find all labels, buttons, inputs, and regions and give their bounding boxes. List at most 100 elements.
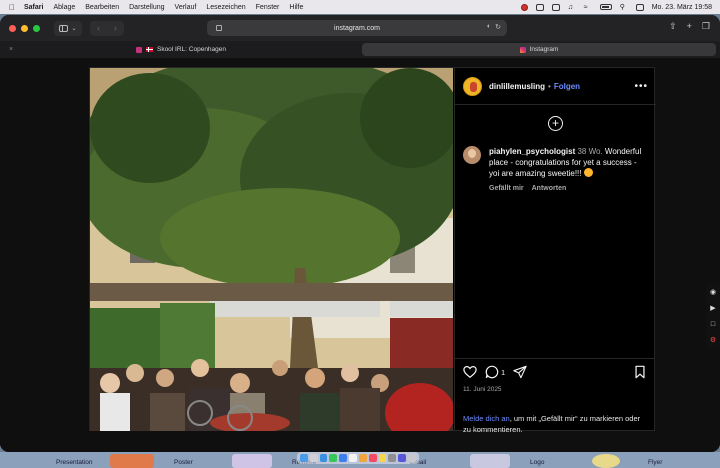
post-side-panel: dinlillemusling • Folgen ••• + piahylen_… [454, 68, 656, 434]
tab-skool-label: Skool IRL: Copenhagen [156, 46, 227, 53]
close-window-button[interactable] [9, 24, 16, 32]
comment-time[interactable]: 38 Wo. [577, 147, 602, 156]
camera-icon[interactable]: ◉ [710, 288, 716, 296]
minimize-window-button[interactable] [21, 24, 28, 32]
menubar-clock[interactable]: Mo. 23. März 19:58 [652, 4, 712, 11]
owner-avatar[interactable] [463, 76, 482, 96]
close-tab-icon[interactable]: × [9, 46, 13, 53]
tab-bar: × Skool IRL: Copenhagen Instagram [0, 41, 720, 58]
battery-icon[interactable] [599, 4, 612, 10]
header-separator: • [548, 81, 551, 91]
more-options-icon[interactable]: ••• [634, 81, 648, 92]
address-text: instagram.com [334, 24, 380, 32]
app-dock-icon[interactable] [398, 454, 407, 462]
page-menu-icon[interactable] [216, 25, 222, 31]
privacy-icon[interactable]: ◐ [487, 23, 491, 31]
comment-like-button[interactable]: Gefällt mir [489, 183, 524, 194]
add-story-row: + [455, 105, 656, 141]
menu-app-name[interactable]: Safari [24, 4, 43, 11]
menu-verlauf[interactable]: Verlauf [175, 4, 197, 11]
music-icon[interactable]: ♫ [568, 4, 576, 11]
dock-label-poster[interactable]: Poster [174, 459, 193, 466]
comment-count: 1 [501, 367, 506, 377]
wifi-icon[interactable]: ≈ [584, 4, 592, 11]
safari-dock-icon[interactable] [319, 454, 328, 462]
reload-icon[interactable]: ↻ [495, 23, 501, 31]
street-cafe-photo [90, 68, 453, 431]
dock-label-presentation[interactable]: Presentation [56, 459, 93, 466]
address-bar[interactable]: instagram.com ◐ ↻ [207, 20, 507, 36]
sidebar-toggle-button[interactable]: ⌄ [54, 20, 82, 36]
floating-side-toolbar: ◉ ▶ □ ⚙ [706, 284, 720, 348]
safari-window: ⌄ ‹ › instagram.com ◐ ↻ ⇧ + ❐ × Skool IR… [0, 15, 720, 452]
comment-item: piahylen_psychologist 38 Wo. Wonderful p… [455, 141, 656, 194]
mail-dock-icon[interactable] [339, 454, 348, 462]
post-actions: 1 11. Juni 2025 [455, 358, 655, 393]
owner-username[interactable]: dinlillemusling [489, 82, 545, 91]
menu-fenster[interactable]: Fenster [256, 4, 280, 11]
display-icon[interactable] [551, 3, 560, 11]
follow-button[interactable]: Folgen [554, 82, 580, 91]
launchpad-dock-icon[interactable] [309, 454, 318, 462]
zoom-window-button[interactable] [33, 24, 40, 32]
apple-menu-icon[interactable]:  [9, 3, 15, 12]
dock-label-logo[interactable]: Logo [530, 459, 544, 466]
comment-icon[interactable] [485, 365, 499, 379]
sidebar-icon [59, 24, 69, 32]
dock-item-poster-thumb[interactable] [232, 454, 272, 468]
spotlight-search-icon[interactable]: ⚲ [620, 4, 628, 11]
commenter-username[interactable]: piahylen_psychologist [489, 147, 575, 156]
safari-toolbar: ⌄ ‹ › instagram.com ◐ ↻ ⇧ + ❐ [0, 15, 720, 41]
share-icon[interactable]: ⇧ [669, 21, 677, 32]
share-paper-plane-icon[interactable] [513, 365, 527, 379]
commenter-avatar[interactable] [463, 146, 481, 164]
tab-instagram[interactable]: Instagram [362, 43, 716, 56]
instagram-post: dinlillemusling • Folgen ••• + piahylen_… [89, 67, 656, 434]
plus-circle-icon[interactable]: + [548, 115, 563, 131]
trash-dock-icon[interactable] [408, 454, 416, 462]
tab-overview-icon[interactable]: ❐ [702, 21, 710, 32]
page-content: dinlillemusling • Folgen ••• + piahylen_… [0, 58, 720, 452]
macos-dock [297, 452, 419, 464]
window-controls [9, 24, 40, 32]
music-dock-icon[interactable] [368, 454, 377, 462]
comment-reply-button[interactable]: Antworten [532, 183, 567, 194]
menu-bearbeiten[interactable]: Bearbeiten [85, 4, 119, 11]
menu-ablage[interactable]: Ablage [53, 4, 75, 11]
forward-button[interactable]: › [114, 23, 117, 33]
control-center-icon[interactable] [635, 3, 644, 11]
dock-item-flyer-thumb[interactable] [592, 454, 620, 468]
post-date[interactable]: 11. Juni 2025 [463, 386, 647, 393]
tab-skool[interactable]: × Skool IRL: Copenhagen [4, 43, 358, 56]
window-icon[interactable]: □ [711, 321, 715, 328]
skool-favicon-icon [135, 46, 142, 53]
settings-gear-icon[interactable]: ⚙ [710, 336, 716, 344]
recording-icon[interactable] [520, 3, 528, 11]
new-tab-icon[interactable]: + [687, 21, 692, 32]
instagram-favicon-icon [519, 46, 526, 53]
screen-share-icon[interactable] [535, 3, 544, 11]
dock-item-presentation-thumb[interactable] [110, 454, 154, 468]
danish-flag-icon [145, 47, 153, 52]
calendar-dock-icon[interactable] [349, 454, 357, 462]
login-link[interactable]: Melde dich an [463, 414, 510, 423]
settings-dock-icon[interactable] [388, 454, 397, 462]
menu-darstellung[interactable]: Darstellung [129, 4, 164, 11]
finder-dock-icon[interactable] [300, 454, 308, 462]
back-button[interactable]: ‹ [97, 23, 100, 33]
messages-dock-icon[interactable] [329, 454, 338, 462]
menu-hilfe[interactable]: Hilfe [289, 4, 303, 11]
tab-instagram-label: Instagram [529, 46, 559, 53]
toolbar-right: ⇧ + ❐ [669, 21, 710, 32]
heart-icon[interactable] [463, 365, 477, 379]
notes-dock-icon[interactable] [378, 454, 387, 462]
dock-item-logo-thumb[interactable] [470, 454, 510, 468]
post-photo[interactable] [90, 68, 453, 431]
photos-dock-icon[interactable] [358, 454, 367, 462]
dock-label-flyer[interactable]: Flyer [648, 459, 662, 466]
menu-lesezeichen[interactable]: Lesezeichen [206, 4, 245, 11]
bookmark-icon[interactable] [633, 365, 647, 379]
navigation-buttons: ‹ › [90, 20, 124, 36]
smiling-emoji-icon [583, 168, 593, 177]
video-icon[interactable]: ▶ [710, 304, 715, 312]
